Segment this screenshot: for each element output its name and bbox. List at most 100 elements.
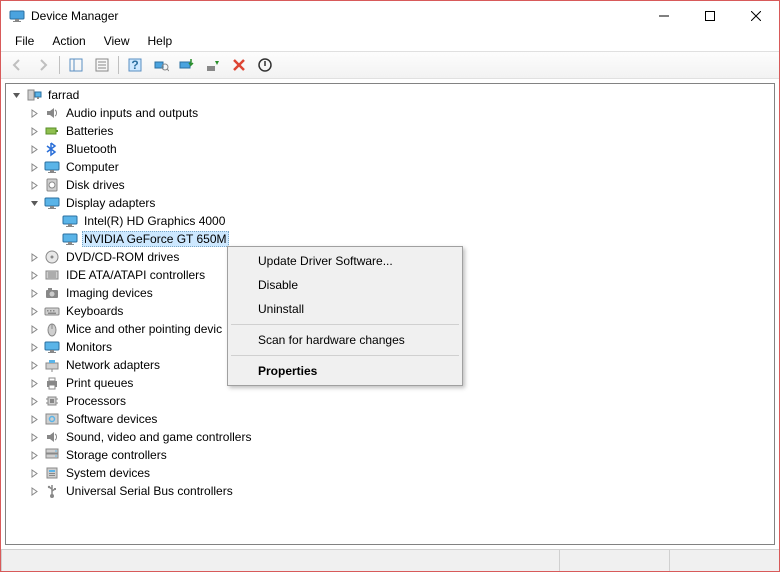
enable-button[interactable] bbox=[253, 54, 277, 76]
expand-icon[interactable] bbox=[26, 447, 42, 463]
expand-icon[interactable] bbox=[26, 141, 42, 157]
network-icon bbox=[44, 357, 60, 373]
device-label: Intel(R) HD Graphics 4000 bbox=[82, 213, 227, 229]
expand-icon[interactable] bbox=[26, 465, 42, 481]
expand-icon[interactable] bbox=[26, 177, 42, 193]
category-label: IDE ATA/ATAPI controllers bbox=[64, 267, 207, 283]
collapse-icon[interactable] bbox=[26, 195, 42, 211]
tree-category[interactable]: Computer bbox=[6, 158, 774, 176]
forward-button[interactable] bbox=[31, 54, 55, 76]
app-icon bbox=[9, 8, 25, 24]
storage-icon bbox=[44, 447, 60, 463]
monitor-icon bbox=[62, 231, 78, 247]
category-label: Processors bbox=[64, 393, 128, 409]
system-icon bbox=[44, 465, 60, 481]
cpu-icon bbox=[44, 393, 60, 409]
expand-icon[interactable] bbox=[26, 339, 42, 355]
back-button[interactable] bbox=[5, 54, 29, 76]
collapse-icon[interactable] bbox=[8, 87, 24, 103]
expand-icon[interactable] bbox=[26, 483, 42, 499]
expand-icon[interactable] bbox=[26, 357, 42, 373]
context-menu-item[interactable]: Scan for hardware changes bbox=[230, 328, 460, 352]
toolbar-separator bbox=[59, 56, 60, 74]
category-label: Print queues bbox=[64, 375, 135, 391]
tree-category[interactable]: Storage controllers bbox=[6, 446, 774, 464]
context-menu-item[interactable]: Disable bbox=[230, 273, 460, 297]
menu-help[interactable]: Help bbox=[140, 33, 181, 49]
menu-view[interactable]: View bbox=[96, 33, 138, 49]
expand-icon[interactable] bbox=[26, 393, 42, 409]
help-button[interactable]: ? bbox=[123, 54, 147, 76]
category-label: Audio inputs and outputs bbox=[64, 105, 200, 121]
category-label: Display adapters bbox=[64, 195, 157, 211]
tree-category[interactable]: Display adapters bbox=[6, 194, 774, 212]
tree-category[interactable]: Audio inputs and outputs bbox=[6, 104, 774, 122]
context-menu-separator bbox=[231, 324, 459, 325]
expand-icon[interactable] bbox=[26, 249, 42, 265]
expand-icon[interactable] bbox=[26, 321, 42, 337]
maximize-button[interactable] bbox=[687, 1, 733, 31]
expand-icon[interactable] bbox=[26, 303, 42, 319]
tree-category[interactable]: System devices bbox=[6, 464, 774, 482]
menubar: File Action View Help bbox=[1, 31, 779, 51]
mouse-icon bbox=[44, 321, 60, 337]
expand-icon[interactable] bbox=[26, 159, 42, 175]
category-label: Mice and other pointing devic bbox=[64, 321, 224, 337]
show-hide-tree-button[interactable] bbox=[64, 54, 88, 76]
keyboard-icon bbox=[44, 303, 60, 319]
computer-icon bbox=[26, 87, 42, 103]
properties-button[interactable] bbox=[90, 54, 114, 76]
menu-action[interactable]: Action bbox=[44, 33, 93, 49]
uninstall-button[interactable] bbox=[201, 54, 225, 76]
monitor-icon bbox=[44, 195, 60, 211]
usb-icon bbox=[44, 483, 60, 499]
context-menu-item[interactable]: Properties bbox=[230, 359, 460, 383]
category-label: Computer bbox=[64, 159, 121, 175]
disk-icon bbox=[44, 177, 60, 193]
category-label: System devices bbox=[64, 465, 152, 481]
tree-root[interactable]: farrad bbox=[6, 86, 774, 104]
context-menu-item[interactable]: Update Driver Software... bbox=[230, 249, 460, 273]
device-manager-window: Device Manager File Action View Help ? f… bbox=[0, 0, 780, 572]
disable-button[interactable] bbox=[227, 54, 251, 76]
tree-device[interactable]: Intel(R) HD Graphics 4000 bbox=[6, 212, 774, 230]
svg-text:?: ? bbox=[131, 58, 138, 72]
category-label: Batteries bbox=[64, 123, 115, 139]
minimize-button[interactable] bbox=[641, 1, 687, 31]
category-label: Sound, video and game controllers bbox=[64, 429, 253, 445]
tree-category[interactable]: Software devices bbox=[6, 410, 774, 428]
tree-category[interactable]: Processors bbox=[6, 392, 774, 410]
device-label: NVIDIA GeForce GT 650M bbox=[82, 231, 229, 247]
monitor-icon bbox=[44, 159, 60, 175]
tree-category[interactable]: Sound, video and game controllers bbox=[6, 428, 774, 446]
monitor-icon bbox=[44, 339, 60, 355]
toolbar: ? bbox=[1, 51, 779, 79]
tree-category[interactable]: Disk drives bbox=[6, 176, 774, 194]
category-label: Keyboards bbox=[64, 303, 125, 319]
tree-category[interactable]: Universal Serial Bus controllers bbox=[6, 482, 774, 500]
bluetooth-icon bbox=[44, 141, 60, 157]
expand-icon[interactable] bbox=[26, 285, 42, 301]
expand-icon[interactable] bbox=[26, 105, 42, 121]
ide-icon bbox=[44, 267, 60, 283]
expand-icon[interactable] bbox=[26, 267, 42, 283]
close-button[interactable] bbox=[733, 1, 779, 31]
tree-category[interactable]: Bluetooth bbox=[6, 140, 774, 158]
update-driver-button[interactable] bbox=[175, 54, 199, 76]
expand-icon[interactable] bbox=[26, 429, 42, 445]
battery-icon bbox=[44, 123, 60, 139]
category-label: Bluetooth bbox=[64, 141, 119, 157]
titlebar: Device Manager bbox=[1, 1, 779, 31]
tree-category[interactable]: Batteries bbox=[6, 122, 774, 140]
expand-icon[interactable] bbox=[26, 123, 42, 139]
context-menu-item[interactable]: Uninstall bbox=[230, 297, 460, 321]
toolbar-separator bbox=[118, 56, 119, 74]
category-label: Disk drives bbox=[64, 177, 127, 193]
category-label: Imaging devices bbox=[64, 285, 155, 301]
expand-icon[interactable] bbox=[26, 375, 42, 391]
expand-icon[interactable] bbox=[26, 411, 42, 427]
content-area: farradAudio inputs and outputs Batteries B… bbox=[1, 79, 779, 549]
menu-file[interactable]: File bbox=[7, 33, 42, 49]
speaker-icon bbox=[44, 429, 60, 445]
scan-hardware-button[interactable] bbox=[149, 54, 173, 76]
